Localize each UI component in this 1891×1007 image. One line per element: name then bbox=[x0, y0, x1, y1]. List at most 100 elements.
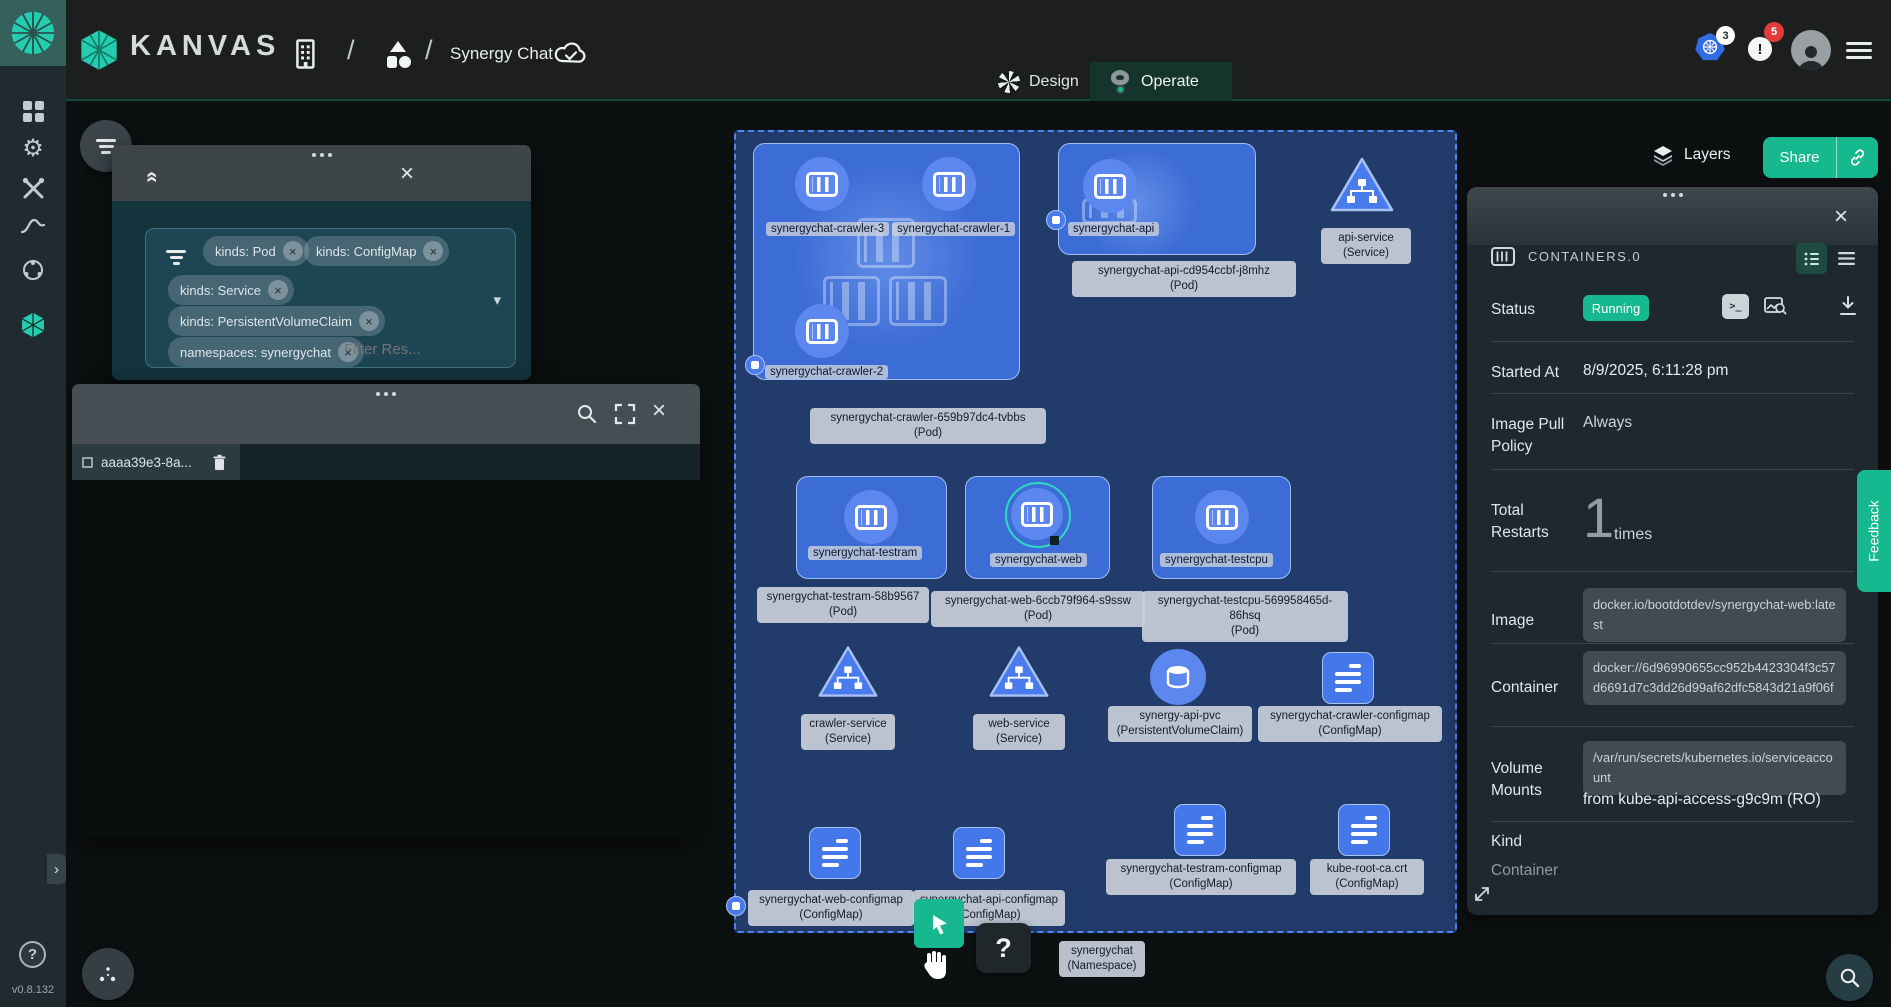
organization-icon[interactable] bbox=[291, 38, 321, 70]
breadcrumb-project-name[interactable]: Synergy Chat bbox=[450, 44, 553, 64]
sidebar-item-performance[interactable] bbox=[0, 218, 66, 234]
chevron-down-icon[interactable]: ▾ bbox=[493, 291, 501, 309]
sidebar-item-toolkit[interactable] bbox=[0, 177, 66, 200]
node-pvc-synergy-api[interactable] bbox=[1150, 649, 1206, 705]
search-icon[interactable] bbox=[576, 403, 598, 425]
node-label-api-service[interactable]: api-service (Service) bbox=[1321, 228, 1411, 264]
node-label-namespace[interactable]: synergychat (Namespace) bbox=[1059, 941, 1145, 977]
node-configmap-api[interactable] bbox=[953, 827, 1005, 879]
layers-toggle[interactable]: Layers bbox=[1652, 144, 1731, 166]
node-pod-api[interactable] bbox=[1083, 159, 1137, 213]
feedback-label: Feedback bbox=[1866, 500, 1882, 561]
image-value-box[interactable]: docker.io/bootdotdev/synergychat-web:lat… bbox=[1583, 588, 1846, 642]
main-menu-icon[interactable] bbox=[1846, 38, 1872, 63]
deployment-badge-icon[interactable] bbox=[745, 355, 765, 375]
sidebar-item-settings[interactable]: ⚙ bbox=[0, 134, 66, 163]
drag-handle-icon[interactable] bbox=[72, 392, 700, 396]
sidebar-item-dashboard[interactable] bbox=[0, 100, 66, 123]
node-label-web-configmap[interactable]: synergychat-web-configmap (ConfigMap) bbox=[748, 890, 914, 926]
user-avatar[interactable] bbox=[1791, 30, 1831, 70]
terminal-header[interactable]: × bbox=[72, 384, 700, 444]
tab-design[interactable]: Design bbox=[980, 62, 1097, 101]
tab-operate[interactable]: Operate bbox=[1090, 62, 1232, 101]
node-pod-web-selected[interactable] bbox=[1011, 488, 1063, 540]
node-pod-crawler-3[interactable] bbox=[795, 157, 849, 211]
deployment-badge-icon[interactable] bbox=[726, 896, 746, 916]
resize-panel-handle[interactable] bbox=[1473, 885, 1491, 903]
details-header[interactable]: × bbox=[1467, 187, 1878, 245]
chip-remove-icon[interactable]: × bbox=[268, 280, 288, 300]
filter-chip-namespace[interactable]: namespaces: synergychat× bbox=[168, 337, 364, 367]
quick-actions-fab[interactable] bbox=[82, 948, 134, 1000]
node-service-web[interactable] bbox=[987, 643, 1051, 701]
node-configmap-crawler[interactable] bbox=[1322, 652, 1374, 704]
fullscreen-icon[interactable] bbox=[614, 403, 636, 425]
node-label-api-pvc[interactable]: synergy-api-pvc (PersistentVolumeClaim) bbox=[1108, 706, 1252, 742]
filter-panel-header[interactable]: « × bbox=[112, 145, 531, 201]
node-label-web-pod[interactable]: synergychat-web-6ccb79f964-s9ssw (Pod) bbox=[931, 591, 1145, 627]
open-terminal-button[interactable]: >_ bbox=[1722, 294, 1749, 319]
node-configmap-web[interactable] bbox=[809, 827, 861, 879]
trash-icon[interactable] bbox=[212, 454, 227, 471]
terminal-session-tab[interactable]: aaaa39e3-8a... bbox=[72, 444, 240, 480]
share-label: Share bbox=[1763, 137, 1836, 178]
deployment-badge-icon[interactable] bbox=[1046, 210, 1066, 230]
node-configmap-kube-root[interactable] bbox=[1338, 804, 1390, 856]
filter-panel-close-icon[interactable]: × bbox=[400, 162, 414, 186]
hand-tool-icon[interactable] bbox=[921, 948, 951, 987]
node-pod-testram[interactable] bbox=[844, 490, 898, 544]
volume-path-box[interactable]: /var/run/secrets/kubernetes.io/serviceac… bbox=[1583, 741, 1846, 795]
chip-remove-icon[interactable]: × bbox=[283, 241, 303, 261]
chip-remove-icon[interactable]: × bbox=[423, 241, 443, 261]
image-pull-policy-value: Always bbox=[1583, 414, 1632, 432]
list-view-button[interactable] bbox=[1833, 245, 1860, 272]
terminal-close-icon[interactable]: × bbox=[652, 399, 666, 423]
filter-chip-kinds-pvc[interactable]: kinds: PersistentVolumeClaim× bbox=[168, 306, 385, 336]
node-label-testram-pod[interactable]: synergychat-testram-58b9567 (Pod) bbox=[757, 587, 929, 623]
copy-link-button[interactable] bbox=[1836, 137, 1878, 178]
help-button[interactable]: ? bbox=[19, 941, 46, 968]
sidebar-logo-tile[interactable] bbox=[0, 0, 66, 66]
node-label-testcpu-pod[interactable]: synergychat-testcpu-569958465d-86hsq (Po… bbox=[1142, 591, 1348, 642]
selection-handle[interactable] bbox=[1050, 536, 1059, 545]
chip-remove-icon[interactable]: × bbox=[359, 311, 379, 331]
node-label-api-pod[interactable]: synergychat-api-cd954ccbf-j8mhz (Pod) bbox=[1072, 261, 1296, 297]
node-label-crawler-service[interactable]: crawler-service (Service) bbox=[801, 714, 895, 750]
sidebar-expand-handle[interactable]: › bbox=[47, 854, 66, 884]
filter-chip-kinds-pod[interactable]: kinds: Pod× bbox=[203, 236, 309, 266]
node-label-crawler-pod[interactable]: synergychat-crawler-659b97dc4-tvbbs (Pod… bbox=[810, 408, 1046, 444]
canvas-help-button[interactable]: ? bbox=[976, 923, 1031, 973]
node-pod-crawler-1[interactable] bbox=[922, 157, 976, 211]
node-label-crawler-configmap[interactable]: synergychat-crawler-configmap (ConfigMap… bbox=[1258, 706, 1442, 742]
drag-handle-icon[interactable] bbox=[112, 153, 531, 157]
resource-kind: (Pod) bbox=[1077, 279, 1291, 294]
workspace-shapes-icon[interactable] bbox=[383, 40, 413, 70]
container-value-box[interactable]: docker://6d96990655cc952b4423304f3c57d66… bbox=[1583, 651, 1846, 705]
share-button[interactable]: Share bbox=[1763, 137, 1878, 178]
collapse-panel-icon[interactable]: « bbox=[140, 171, 164, 183]
filter-resources-input[interactable] bbox=[344, 341, 439, 358]
filter-chip-kinds-service[interactable]: kinds: Service× bbox=[168, 275, 294, 305]
node-service-api[interactable] bbox=[1328, 155, 1396, 215]
node-configmap-testram[interactable] bbox=[1174, 804, 1226, 856]
filter-input-box[interactable]: kinds: Pod× kinds: ConfigMap× kinds: Ser… bbox=[145, 228, 516, 368]
node-pod-testcpu[interactable] bbox=[1195, 490, 1249, 544]
details-close-icon[interactable]: × bbox=[1834, 205, 1848, 229]
filter-chip-kinds-configmap[interactable]: kinds: ConfigMap× bbox=[304, 236, 449, 266]
sidebar-item-mesh[interactable] bbox=[0, 258, 66, 282]
zoom-fab-button[interactable] bbox=[1826, 954, 1873, 1001]
node-service-crawler[interactable] bbox=[816, 643, 880, 701]
image-inspect-button[interactable] bbox=[1761, 292, 1789, 320]
tree-view-button[interactable] bbox=[1796, 243, 1827, 274]
node-pod-crawler-2[interactable] bbox=[795, 304, 849, 358]
sidebar-item-kanvas-active[interactable] bbox=[0, 312, 66, 338]
select-tool-button[interactable] bbox=[914, 899, 964, 948]
download-logs-button[interactable] bbox=[1836, 293, 1860, 319]
node-label-web-service[interactable]: web-service (Service) bbox=[973, 714, 1065, 750]
feedback-tab[interactable]: Feedback bbox=[1857, 470, 1891, 592]
brand-wordmark: KANVAS bbox=[130, 30, 280, 63]
node-label-testram-configmap[interactable]: synergychat-testram-configmap (ConfigMap… bbox=[1106, 859, 1296, 895]
resource-kind: (Service) bbox=[978, 732, 1060, 747]
node-label-kube-root-configmap[interactable]: kube-root-ca.crt (ConfigMap) bbox=[1310, 859, 1424, 895]
drag-handle-icon[interactable] bbox=[1467, 193, 1878, 197]
